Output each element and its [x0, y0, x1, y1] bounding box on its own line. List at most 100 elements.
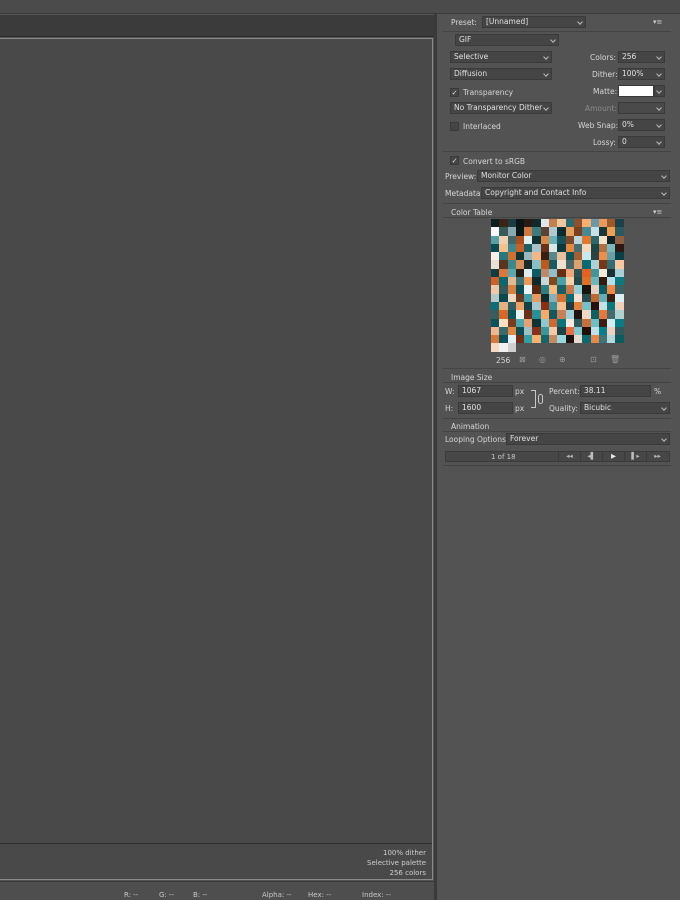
- colors-dropdown[interactable]: 256: [618, 51, 665, 63]
- color-swatch[interactable]: [573, 277, 583, 286]
- color-swatch[interactable]: [540, 243, 550, 253]
- color-swatch[interactable]: [499, 227, 508, 236]
- preset-dropdown[interactable]: [Unnamed]: [482, 16, 586, 28]
- color-swatch[interactable]: [549, 301, 558, 311]
- color-swatch[interactable]: [549, 235, 558, 244]
- color-swatch[interactable]: [615, 318, 624, 327]
- color-swatch[interactable]: [573, 268, 583, 278]
- color-swatch[interactable]: [540, 318, 550, 327]
- dither-dropdown[interactable]: 100%: [618, 68, 665, 80]
- color-swatch[interactable]: [590, 235, 599, 244]
- color-swatch[interactable]: [598, 219, 608, 228]
- color-swatch[interactable]: [607, 219, 616, 228]
- previous-frame-button[interactable]: ◂▌: [580, 452, 602, 461]
- play-button[interactable]: ▶: [602, 452, 624, 461]
- color-swatch[interactable]: [615, 301, 624, 311]
- color-swatch[interactable]: [598, 301, 608, 311]
- color-swatch[interactable]: [582, 293, 591, 302]
- color-swatch[interactable]: [557, 227, 566, 236]
- color-swatch[interactable]: [507, 318, 516, 327]
- color-swatch[interactable]: [507, 293, 516, 302]
- color-swatch[interactable]: [507, 343, 516, 352]
- color-swatch[interactable]: [507, 260, 516, 269]
- color-swatch[interactable]: [615, 326, 624, 336]
- color-swatch[interactable]: [491, 268, 500, 278]
- websnap-dropdown[interactable]: 0%: [618, 119, 665, 131]
- color-swatch[interactable]: [557, 335, 566, 344]
- color-swatch[interactable]: [515, 268, 525, 278]
- color-swatch[interactable]: [582, 310, 591, 319]
- color-swatch[interactable]: [615, 235, 624, 244]
- color-swatch[interactable]: [524, 326, 533, 336]
- color-swatch[interactable]: [565, 301, 574, 311]
- color-swatch[interactable]: [573, 335, 583, 344]
- color-swatch[interactable]: [573, 285, 583, 294]
- color-swatch[interactable]: [557, 235, 566, 244]
- color-swatch[interactable]: [507, 235, 516, 244]
- color-swatch[interactable]: [607, 301, 616, 311]
- color-swatch[interactable]: [582, 252, 591, 261]
- color-swatch[interactable]: [499, 326, 508, 336]
- color-swatch[interactable]: [532, 252, 541, 261]
- color-swatch[interactable]: [549, 285, 558, 294]
- color-swatch[interactable]: [607, 277, 616, 286]
- color-swatch[interactable]: [499, 235, 508, 244]
- color-swatch[interactable]: [565, 318, 574, 327]
- color-swatch[interactable]: [540, 235, 550, 244]
- color-swatch[interactable]: [607, 252, 616, 261]
- color-swatch[interactable]: [590, 243, 599, 253]
- first-frame-button[interactable]: ◂◂: [558, 452, 580, 461]
- color-swatch[interactable]: [549, 293, 558, 302]
- color-swatch[interactable]: [491, 277, 500, 286]
- color-swatch[interactable]: [507, 301, 516, 311]
- color-swatch[interactable]: [540, 260, 550, 269]
- color-swatch[interactable]: [524, 335, 533, 344]
- color-swatch[interactable]: [491, 301, 500, 311]
- color-swatch[interactable]: [540, 293, 550, 302]
- transparency-dither-dropdown[interactable]: No Transparency Dither: [450, 102, 552, 114]
- color-swatch[interactable]: [524, 310, 533, 319]
- color-swatch[interactable]: [515, 227, 525, 236]
- color-swatch[interactable]: [590, 268, 599, 278]
- color-swatch[interactable]: [491, 219, 500, 228]
- color-swatch[interactable]: [590, 310, 599, 319]
- color-swatch[interactable]: [499, 293, 508, 302]
- color-swatch[interactable]: [590, 252, 599, 261]
- color-swatch[interactable]: [590, 227, 599, 236]
- color-swatch[interactable]: [540, 326, 550, 336]
- color-table-swatches[interactable]: [491, 219, 624, 352]
- color-swatch[interactable]: [598, 310, 608, 319]
- color-swatch[interactable]: [507, 285, 516, 294]
- color-swatch[interactable]: [557, 219, 566, 228]
- color-swatch[interactable]: [515, 277, 525, 286]
- color-swatch[interactable]: [532, 227, 541, 236]
- map-transparency-icon[interactable]: ⊠: [519, 355, 526, 364]
- color-swatch[interactable]: [540, 285, 550, 294]
- color-swatch[interactable]: [499, 335, 508, 344]
- color-swatch[interactable]: [598, 318, 608, 327]
- color-swatch[interactable]: [598, 252, 608, 261]
- color-swatch[interactable]: [491, 310, 500, 319]
- color-swatch[interactable]: [524, 252, 533, 261]
- color-swatch[interactable]: [515, 301, 525, 311]
- lossy-dropdown[interactable]: 0: [618, 136, 665, 148]
- color-swatch[interactable]: [515, 310, 525, 319]
- color-swatch[interactable]: [582, 243, 591, 253]
- color-swatch[interactable]: [598, 326, 608, 336]
- color-swatch[interactable]: [557, 310, 566, 319]
- color-swatch[interactable]: [524, 277, 533, 286]
- color-swatch[interactable]: [557, 318, 566, 327]
- color-swatch[interactable]: [532, 260, 541, 269]
- color-swatch[interactable]: [598, 268, 608, 278]
- color-swatch[interactable]: [590, 293, 599, 302]
- color-swatch[interactable]: [515, 219, 525, 228]
- color-swatch[interactable]: [491, 293, 500, 302]
- color-swatch[interactable]: [582, 318, 591, 327]
- reduction-dropdown[interactable]: Selective: [450, 51, 552, 63]
- color-swatch[interactable]: [615, 268, 624, 278]
- color-swatch[interactable]: [607, 260, 616, 269]
- new-color-icon[interactable]: ⊡: [590, 355, 597, 364]
- color-swatch[interactable]: [549, 318, 558, 327]
- color-swatch[interactable]: [549, 335, 558, 344]
- color-swatch[interactable]: [607, 285, 616, 294]
